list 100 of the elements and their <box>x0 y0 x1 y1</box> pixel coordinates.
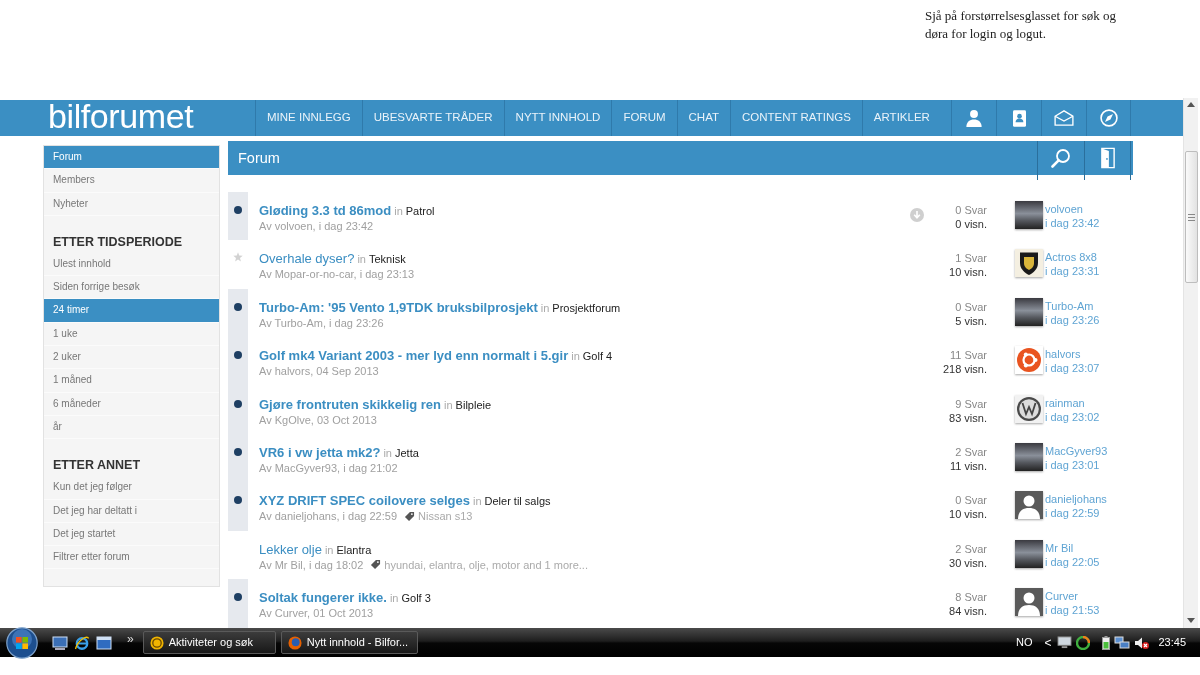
photo-placeholder[interactable] <box>1015 297 1043 326</box>
sidebar-item[interactable]: 24 timer <box>44 299 219 323</box>
sidebar-item[interactable]: Forum <box>44 146 219 170</box>
topic-title[interactable]: Turbo-Am: '95 Vento 1,9TDK bruksbilprosjekt <box>259 299 538 315</box>
scrollbar[interactable] <box>1183 98 1198 628</box>
browser-icon[interactable] <box>74 634 90 651</box>
network-icon[interactable] <box>1114 635 1131 650</box>
ring-icon[interactable] <box>1076 635 1091 650</box>
view-count: 30 visn. <box>948 555 987 570</box>
topic-meta: Av halvors, 04 Sep 2013 <box>259 364 379 379</box>
scrollbar-thumb[interactable] <box>1184 151 1198 283</box>
last-post-time[interactable]: i dag 23:31 <box>1045 264 1133 279</box>
last-poster-link[interactable]: danieljohans <box>1045 492 1133 507</box>
topic-title[interactable]: Gjøre frontruten skikkelig ren <box>259 396 442 412</box>
sidebar-item[interactable]: Nyheter <box>44 192 219 216</box>
last-poster-link[interactable]: Turbo-Am <box>1045 298 1133 313</box>
forum-link[interactable]: Deler til salgs <box>484 495 551 508</box>
topic-title[interactable]: Soltak fungerer ikke. <box>259 590 387 606</box>
reply-count: 2 Svar <box>954 541 987 556</box>
last-post-time[interactable]: i dag 23:26 <box>1045 312 1133 327</box>
desktop-icon[interactable] <box>52 634 68 651</box>
unread-dot-icon <box>234 399 242 408</box>
forum-link[interactable]: Bilpleie <box>455 398 492 411</box>
sidebar-item[interactable]: 1 uke <box>44 322 219 347</box>
forum-link[interactable]: Golf 3 <box>401 592 431 605</box>
sidebar-item[interactable]: Filtrer etter forum <box>44 546 219 570</box>
round-emblem-icon[interactable] <box>1015 394 1043 423</box>
taskbar-button[interactable]: Aktiviteter og søk <box>142 631 276 654</box>
monitor-icon[interactable] <box>1057 636 1073 649</box>
last-post-time[interactable]: i dag 23:42 <box>1045 216 1133 230</box>
sidebar-item[interactable]: år <box>44 415 219 440</box>
user-silhouette-icon[interactable] <box>1015 588 1043 617</box>
forum-link[interactable]: Prosjektforum <box>552 301 621 314</box>
last-poster-link[interactable]: volvoen <box>1045 202 1133 216</box>
last-poster-link[interactable]: rainman <box>1045 395 1133 410</box>
language-indicator[interactable]: NO <box>1015 634 1033 651</box>
topic-title[interactable]: Overhale dyser? <box>259 251 355 267</box>
ring-logo-icon[interactable] <box>1015 346 1043 375</box>
sidebar-item[interactable]: Det jeg har deltatt i <box>44 499 219 523</box>
show-hidden-icons-button[interactable]: < <box>1042 633 1054 652</box>
unread-dot-icon <box>234 593 242 602</box>
topic-title[interactable]: Gløding 3.3 td 86mod <box>259 203 392 218</box>
last-post-time[interactable]: i dag 21:53 <box>1045 603 1133 618</box>
nav-link[interactable]: NYTT INNHOLD <box>503 100 612 136</box>
tag-list[interactable]: Nissan s13 <box>418 509 473 524</box>
browser-icon <box>287 635 302 650</box>
window-icon[interactable] <box>96 634 112 651</box>
forum-link[interactable]: Jetta <box>394 446 419 459</box>
nav-link[interactable]: CHAT <box>676 100 730 136</box>
photo-placeholder[interactable] <box>1015 442 1043 471</box>
user-silhouette-icon[interactable] <box>1015 491 1043 520</box>
forum-link[interactable]: Teknisk <box>368 253 406 266</box>
sidebar-item[interactable]: Kun det jeg følger <box>44 476 219 500</box>
clock[interactable]: 23:45 <box>1158 634 1186 651</box>
last-poster-link[interactable]: MacGyver93 <box>1045 443 1133 458</box>
view-count: 10 visn. <box>948 507 987 522</box>
view-count: 218 visn. <box>941 362 987 377</box>
last-post-time[interactable]: i dag 22:59 <box>1045 506 1133 521</box>
taskbar-button[interactable]: Nytt innhold - Bilfor... <box>280 631 418 654</box>
tag-list[interactable]: hyundai, elantra, olje, motor and 1 more... <box>384 557 588 572</box>
nav-link[interactable]: UBESVARTE TRÅDER <box>361 100 504 136</box>
sidebar-item[interactable]: 2 uker <box>44 346 219 370</box>
sidebar-item[interactable]: Det jeg startet <box>44 522 219 547</box>
last-post-time[interactable]: i dag 23:01 <box>1045 457 1133 472</box>
start-button[interactable] <box>6 626 38 659</box>
last-post-time[interactable]: i dag 23:02 <box>1045 409 1133 424</box>
nav-link[interactable]: ARTIKLER <box>861 100 941 136</box>
speaker-muted-icon[interactable] <box>1134 635 1151 650</box>
unread-dot-icon <box>234 206 242 214</box>
toolbar-overflow-button[interactable]: » <box>124 631 137 646</box>
topic-title[interactable]: Golf mk4 Variant 2003 - mer lyd enn normalt i 5.gir <box>259 348 569 364</box>
nav-link[interactable]: FORUM <box>611 100 677 136</box>
login-button[interactable] <box>1084 141 1131 180</box>
last-post-time[interactable]: i dag 23:07 <box>1045 361 1133 376</box>
battery-icon[interactable] <box>1102 635 1111 650</box>
sidebar-item[interactable]: 1 måned <box>44 369 219 393</box>
last-poster-link[interactable]: Mr Bil <box>1045 540 1133 555</box>
scroll-down-icon[interactable] <box>1187 618 1195 623</box>
sidebar-item[interactable]: Members <box>44 169 219 193</box>
sidebar-item[interactable]: Ulest innhold <box>44 252 219 277</box>
last-post-time[interactable]: i dag 22:05 <box>1045 554 1133 569</box>
last-poster-link[interactable]: Curver <box>1045 589 1133 604</box>
photo-placeholder[interactable] <box>1015 539 1043 568</box>
topic-title[interactable]: VR6 i vw jetta mk2? <box>259 444 381 460</box>
sidebar-heading: ETTER ANNET <box>52 457 142 475</box>
shield-emblem-icon[interactable] <box>1015 249 1043 278</box>
last-poster-link[interactable]: halvors <box>1045 347 1133 362</box>
nav-link[interactable]: MINE INNLEGG <box>255 100 362 136</box>
topic-title[interactable]: Lekker olje <box>259 541 322 557</box>
forum-link[interactable]: Elantra <box>336 543 372 556</box>
forum-link[interactable]: Patrol <box>405 205 435 217</box>
site-logo[interactable]: bilforumet <box>48 100 255 136</box>
sidebar-item[interactable]: 6 måneder <box>44 392 219 416</box>
forum-link[interactable]: Golf 4 <box>582 350 613 363</box>
navigate-button[interactable] <box>1086 100 1131 136</box>
nav-link[interactable]: CONTENT RATINGS <box>730 100 862 136</box>
scroll-up-icon[interactable] <box>1187 102 1195 107</box>
topic-title[interactable]: XYZ DRIFT SPEC coilovere selges <box>259 493 470 509</box>
reply-count: 1 Svar <box>954 251 987 266</box>
last-poster-link[interactable]: Actros 8x8 <box>1045 250 1133 265</box>
